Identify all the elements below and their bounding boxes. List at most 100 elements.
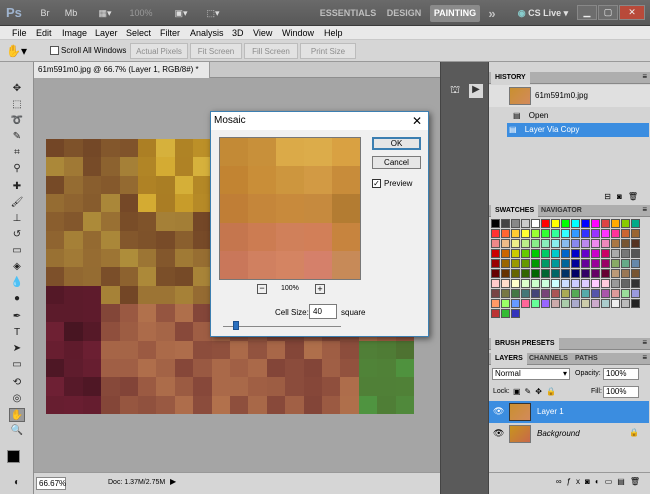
swatch[interactable] xyxy=(571,229,580,238)
swatch[interactable] xyxy=(491,219,500,228)
swatch[interactable] xyxy=(561,299,570,308)
swatch[interactable] xyxy=(501,219,510,228)
fit-screen-button[interactable]: Fit Screen xyxy=(190,43,242,59)
healing-brush-tool-icon[interactable]: ✚ xyxy=(9,180,25,194)
swatch[interactable] xyxy=(611,239,620,248)
menu-edit[interactable]: Edit xyxy=(36,26,52,40)
swatch[interactable] xyxy=(511,279,520,288)
swatch[interactable] xyxy=(491,289,500,298)
cell-size-input[interactable]: 40 xyxy=(309,304,337,319)
swatch[interactable] xyxy=(551,219,560,228)
swatch[interactable] xyxy=(611,299,620,308)
swatch[interactable] xyxy=(561,269,570,278)
swatch[interactable] xyxy=(601,249,610,258)
opacity-field[interactable]: 100% xyxy=(603,368,639,380)
swatch[interactable] xyxy=(601,219,610,228)
quick-selection-tool-icon[interactable]: ✎ xyxy=(9,130,25,144)
swatch[interactable] xyxy=(521,239,530,248)
layer-row-layer-1[interactable]: 👁 Layer 1 xyxy=(489,401,649,423)
menu-analysis[interactable]: Analysis xyxy=(190,26,224,40)
path-selection-tool-icon[interactable]: ➤ xyxy=(9,342,25,356)
swatch[interactable] xyxy=(601,269,610,278)
swatch[interactable] xyxy=(621,279,630,288)
swatch[interactable] xyxy=(521,299,530,308)
visibility-eye-icon[interactable]: 👁 xyxy=(493,428,504,439)
tab-layers[interactable]: LAYERS xyxy=(491,353,527,365)
menu-view[interactable]: View xyxy=(253,26,272,40)
fill-screen-button[interactable]: Fill Screen xyxy=(244,43,298,59)
swatch[interactable] xyxy=(531,219,540,228)
swatch[interactable] xyxy=(621,289,630,298)
swatch[interactable] xyxy=(501,259,510,268)
swatch[interactable] xyxy=(611,269,620,278)
tab-brush-presets[interactable]: BRUSH PRESETS xyxy=(491,338,559,350)
swatch[interactable] xyxy=(511,309,520,318)
zoom-tool-icon[interactable]: 🔍 xyxy=(9,424,25,438)
3d-rotate-tool-icon[interactable]: ⟲ xyxy=(9,376,25,390)
swatch[interactable] xyxy=(531,259,540,268)
more-workspaces-icon[interactable]: » xyxy=(484,5,500,22)
swatch[interactable] xyxy=(541,219,550,228)
swatch[interactable] xyxy=(561,279,570,288)
shape-tool-icon[interactable]: ▭ xyxy=(9,358,25,372)
swatch[interactable] xyxy=(621,239,630,248)
hand-tool-preset-icon[interactable]: ✋▾ xyxy=(6,43,27,59)
menu-window[interactable]: Window xyxy=(282,26,314,40)
swatch[interactable] xyxy=(591,259,600,268)
swatch[interactable] xyxy=(571,249,580,258)
swatch[interactable] xyxy=(491,299,500,308)
swatch[interactable] xyxy=(511,249,520,258)
document-tab[interactable]: 61m591m0.jpg @ 66.7% (Layer 1, RGB/8#) *… xyxy=(34,62,210,90)
swatch[interactable] xyxy=(621,299,630,308)
arrange-documents-icon[interactable]: ▣▾ xyxy=(170,5,192,21)
move-tool-icon[interactable]: ✥ xyxy=(9,82,25,96)
swatch[interactable] xyxy=(631,219,640,228)
swatch[interactable] xyxy=(581,219,590,228)
swatch[interactable] xyxy=(571,279,580,288)
quick-mask-icon[interactable]: ◐ xyxy=(9,476,25,490)
swatch[interactable] xyxy=(541,269,550,278)
swatch[interactable] xyxy=(611,219,620,228)
history-footer-icons[interactable]: ⊟◙🗑 xyxy=(604,192,644,201)
swatch[interactable] xyxy=(511,269,520,278)
history-brush-tool-icon[interactable]: ↺ xyxy=(9,228,25,242)
swatch[interactable] xyxy=(491,249,500,258)
swatch[interactable] xyxy=(521,289,530,298)
swatch[interactable] xyxy=(501,229,510,238)
menu-3d[interactable]: 3D xyxy=(232,26,244,40)
swatch[interactable] xyxy=(611,229,620,238)
swatch[interactable] xyxy=(541,279,550,288)
swatch[interactable] xyxy=(571,269,580,278)
layers-footer-icons[interactable]: ∞ƒx◙◐▭▤🗑 xyxy=(489,472,650,490)
swatch[interactable] xyxy=(621,249,630,258)
tab-channels[interactable]: CHANNELS xyxy=(525,353,572,365)
menu-layer[interactable]: Layer xyxy=(95,26,118,40)
swatch[interactable] xyxy=(521,229,530,238)
status-menu-icon[interactable]: ▶ xyxy=(170,477,176,486)
maximize-button[interactable]: ▢ xyxy=(598,5,618,20)
swatches-grid[interactable] xyxy=(491,219,649,341)
tab-paths[interactable]: PATHS xyxy=(571,353,602,365)
swatch[interactable] xyxy=(551,229,560,238)
eyedropper-tool-icon[interactable]: ⚲ xyxy=(9,162,25,176)
zoom-level-select[interactable]: 100% xyxy=(126,5,156,21)
fill-field[interactable]: 100% xyxy=(603,386,639,398)
filter-preview[interactable] xyxy=(219,137,361,280)
lock-icons[interactable]: ▣✎✥🔒 xyxy=(513,387,560,396)
swatch[interactable] xyxy=(631,299,640,308)
swatch[interactable] xyxy=(571,299,580,308)
swatch[interactable] xyxy=(591,239,600,248)
swatch[interactable] xyxy=(541,289,550,298)
swatch[interactable] xyxy=(621,259,630,268)
scroll-all-windows-checkbox[interactable] xyxy=(50,46,59,55)
tab-swatches[interactable]: SWATCHES xyxy=(491,205,539,217)
swatch[interactable] xyxy=(501,299,510,308)
swatch[interactable] xyxy=(621,219,630,228)
swatch[interactable] xyxy=(631,229,640,238)
panel-menu-icon[interactable]: ≡ xyxy=(642,72,647,81)
hand-tool-icon[interactable]: ✋ xyxy=(9,408,25,422)
actions-panel-icon[interactable]: ▶ xyxy=(469,84,483,98)
swatch[interactable] xyxy=(631,249,640,258)
swatch[interactable] xyxy=(511,299,520,308)
swatch[interactable] xyxy=(581,229,590,238)
